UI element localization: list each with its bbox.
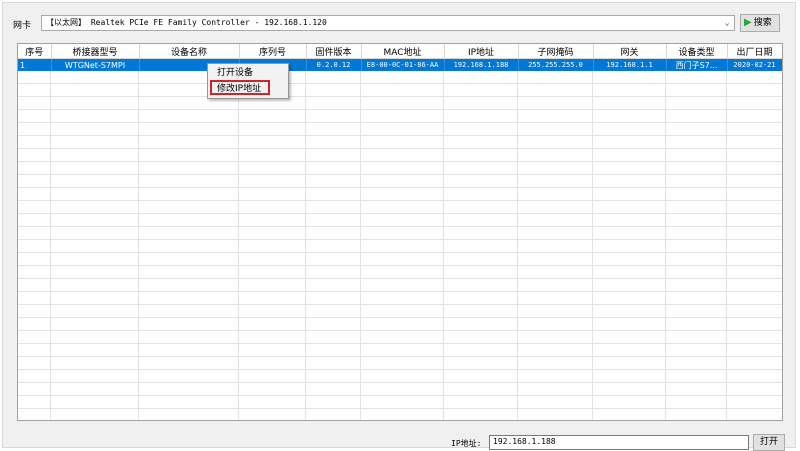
device-table-grid: 序号 桥接器型号 设备名称 序列号 固件版本 MAC地址 IP地址 子网掩码 网… (18, 44, 782, 71)
search-button[interactable]: ▶ 搜索 (740, 14, 780, 32)
cell-model[interactable]: WTGNet-S7MPI (51, 58, 140, 71)
column-header[interactable]: 网关 (593, 44, 667, 59)
column-header[interactable]: 出厂日期 (727, 44, 782, 59)
table-gridlines (18, 44, 782, 420)
highlight-box (210, 80, 270, 95)
cell-mac[interactable]: E8-00-0C-01-86-AA (361, 58, 445, 71)
column-header[interactable]: 设备名称 (139, 44, 240, 59)
open-button[interactable]: 打开 (753, 434, 785, 451)
column-header[interactable]: 桥接器型号 (51, 44, 140, 59)
column-header[interactable]: IP地址 (444, 44, 519, 59)
cell-date[interactable]: 2020-02-21 (727, 58, 782, 71)
column-header[interactable]: 固件版本 (306, 44, 362, 59)
nic-selected-value: 【以太网】 Realtek PCIe FE Family Controller … (46, 18, 327, 27)
column-header[interactable]: 序号 (18, 44, 52, 59)
cell-ip[interactable]: 192.168.1.188 (444, 58, 519, 71)
column-header[interactable]: 子网掩码 (518, 44, 594, 59)
search-button-label: 搜索 (753, 18, 772, 28)
chevron-down-icon[interactable]: ⌄ (720, 16, 734, 30)
nic-select[interactable]: 【以太网】 Realtek PCIe FE Family Controller … (41, 15, 735, 31)
cell-mask[interactable]: 255.255.255.0 (518, 58, 594, 71)
cell-gateway[interactable]: 192.168.1.1 (593, 58, 667, 71)
main-window: 网卡 【以太网】 Realtek PCIe FE Family Controll… (2, 2, 796, 451)
table-row[interactable]: 1 WTGNet-S7MPI 0.2.0.12 E8-00-0C-01-86-A… (18, 58, 782, 71)
ip-input[interactable]: 192.168.1.188 (489, 435, 749, 450)
play-icon: ▶ (744, 17, 752, 28)
device-table[interactable]: 序号 桥接器型号 设备名称 序列号 固件版本 MAC地址 IP地址 子网掩码 网… (17, 43, 783, 421)
cell-type[interactable]: 西门子S7... (666, 58, 728, 71)
column-header[interactable]: 序列号 (239, 44, 307, 59)
cell-index[interactable]: 1 (18, 58, 52, 71)
ip-label: IP地址: (451, 439, 482, 448)
nic-label: 网卡 (13, 21, 32, 31)
column-header[interactable]: MAC地址 (361, 44, 445, 59)
table-header-row: 序号 桥接器型号 设备名称 序列号 固件版本 MAC地址 IP地址 子网掩码 网… (18, 44, 782, 59)
menu-item-open-device[interactable]: 打开设备 (208, 66, 288, 81)
cell-firmware[interactable]: 0.2.0.12 (306, 58, 362, 71)
column-header[interactable]: 设备类型 (666, 44, 728, 59)
